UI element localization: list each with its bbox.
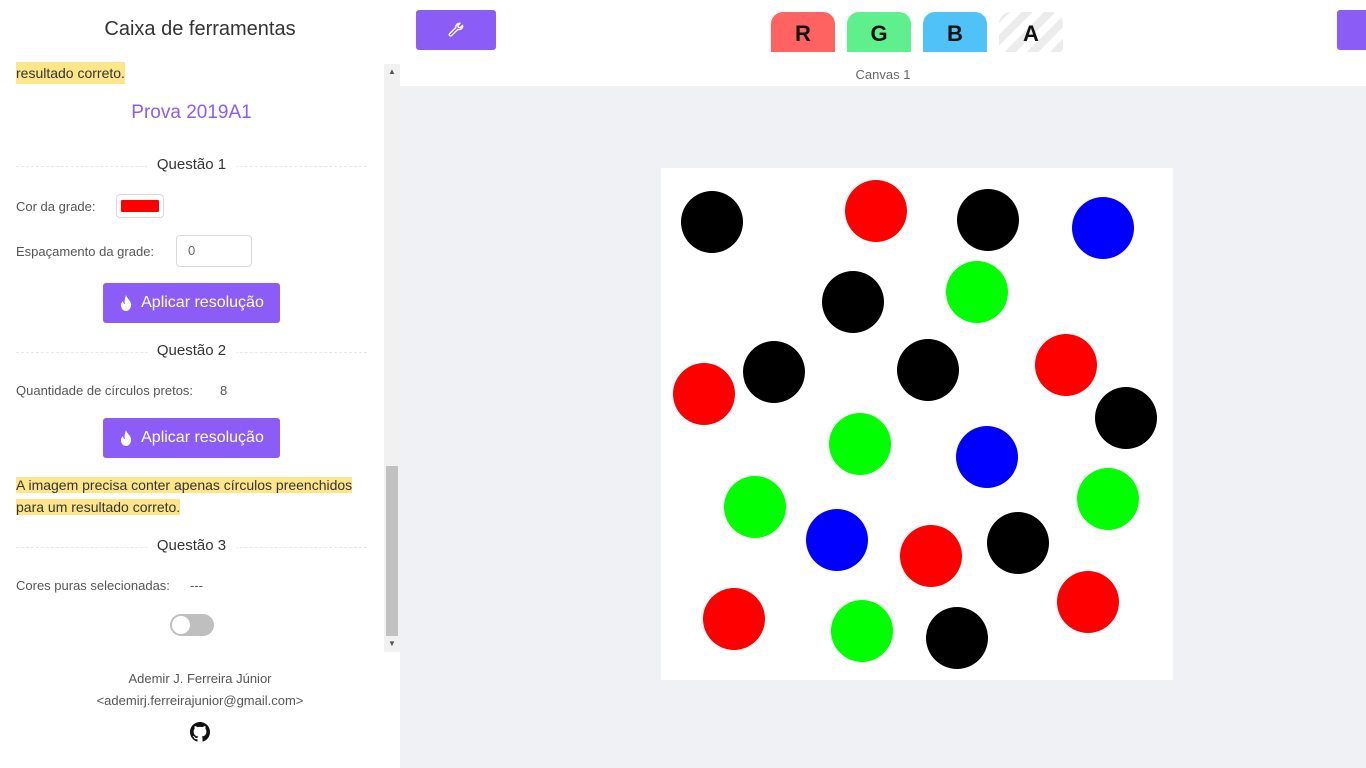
question-3-divider: Questão 3 <box>16 537 367 557</box>
canvas-circle <box>822 271 884 333</box>
canvas-circle <box>831 600 893 662</box>
canvas-circle <box>703 588 765 650</box>
apply-q1-label: Aplicar resolução <box>141 294 264 311</box>
canvas-circle <box>724 476 786 538</box>
black-count-label: Quantidade de círculos pretos: <box>16 383 194 398</box>
canvas-circle <box>845 180 907 242</box>
grid-spacing-label: Espaçamento da grade: <box>16 244 155 259</box>
canvas-circle <box>900 525 962 587</box>
canvas-circle <box>1035 334 1097 396</box>
canvas-label: Canvas 1 <box>855 67 911 82</box>
scroll-down-arrow-icon[interactable]: ▼ <box>384 636 400 652</box>
sidebar-title: Caixa de ferramentas <box>104 18 296 40</box>
right-action-button[interactable] <box>1337 10 1366 50</box>
toggle-knob <box>172 616 190 634</box>
channel-a-tab[interactable]: A <box>999 12 1063 52</box>
canvas-circle <box>1077 468 1139 530</box>
grid-color-fill <box>121 200 159 212</box>
q2-note-line-2: para um resultado correto. <box>16 499 181 515</box>
top-note: resultado correto. <box>16 62 125 84</box>
apply-q1-button[interactable]: Aplicar resolução <box>103 283 280 323</box>
pure-colors-toggle[interactable] <box>170 614 214 636</box>
canvas-circle <box>987 512 1049 574</box>
question-1-divider: Questão 1 <box>16 156 367 176</box>
canvas-circle <box>1095 387 1157 449</box>
pure-colors-label: Cores puras selecionadas: <box>16 578 170 593</box>
question-3-title: Questão 3 <box>146 537 237 554</box>
canvas-circle <box>897 339 959 401</box>
canvas-circle <box>681 191 743 253</box>
question-2-title: Questão 2 <box>146 342 237 359</box>
black-count-value: 8 <box>220 383 228 398</box>
question-2-divider: Questão 2 <box>16 342 367 362</box>
canvas-circle <box>956 426 1018 488</box>
github-icon[interactable] <box>190 722 210 742</box>
canvas-circle <box>1072 197 1134 259</box>
footer-email: <ademirj.ferreirajunior@gmail.com> <box>96 693 304 708</box>
footer: Ademir J. Ferreira Júnior <ademirj.ferre… <box>0 668 400 712</box>
channel-b-tab[interactable]: B <box>923 12 987 52</box>
flame-icon <box>121 295 132 311</box>
canvas-circle <box>926 607 988 669</box>
flame-icon <box>121 430 132 446</box>
apply-q2-label: Aplicar resolução <box>141 429 264 446</box>
app: Caixa de ferramentas resultado correto. … <box>0 0 1366 768</box>
grid-spacing-input[interactable]: 0 <box>176 235 252 267</box>
scroll-up-arrow-icon[interactable]: ▲ <box>384 64 400 80</box>
canvas-circle <box>743 341 805 403</box>
q2-note: A imagem precisa conter apenas círculos … <box>16 474 353 518</box>
channel-r-tab[interactable]: R <box>771 12 835 52</box>
grid-color-picker[interactable] <box>116 194 164 218</box>
apply-q2-button[interactable]: Aplicar resolução <box>103 418 280 458</box>
canvas-circle <box>1057 571 1119 633</box>
canvas-circle <box>946 261 1008 323</box>
canvas-circle <box>829 413 891 475</box>
grid-color-label: Cor da grade: <box>16 199 96 214</box>
image-canvas[interactable] <box>661 168 1173 680</box>
prova-title: Prova 2019A1 <box>131 102 252 123</box>
channel-g-tab[interactable]: G <box>847 12 911 52</box>
scroll-thumb[interactable] <box>386 466 398 636</box>
tools-button[interactable] <box>416 10 496 50</box>
footer-author: Ademir J. Ferreira Júnior <box>128 671 272 686</box>
sidebar-scroll-panel[interactable]: resultado correto. Prova 2019A1 Questão … <box>0 62 400 652</box>
sidebar: Caixa de ferramentas resultado correto. … <box>0 0 400 768</box>
q2-note-line-1: A imagem precisa conter apenas círculos … <box>16 477 353 493</box>
question-1-title: Questão 1 <box>146 156 237 173</box>
wrench-icon <box>448 22 464 37</box>
canvas-circle <box>957 189 1019 251</box>
pure-colors-value: --- <box>190 578 203 593</box>
canvas-circle <box>673 363 735 425</box>
canvas-circle <box>806 509 868 571</box>
sidebar-scrollbar[interactable]: ▲ ▼ <box>384 64 400 652</box>
